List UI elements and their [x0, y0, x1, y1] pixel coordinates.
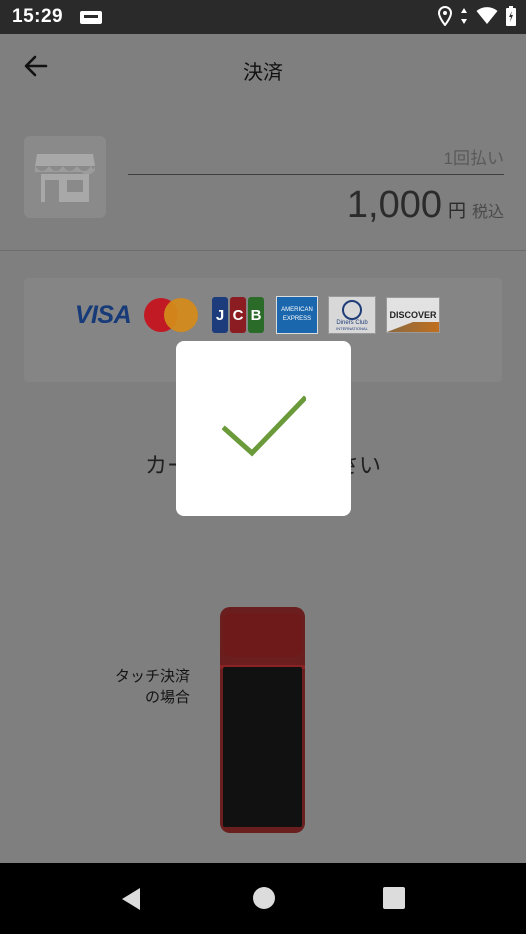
nav-back-icon[interactable] [120, 887, 142, 911]
system-nav-bar [0, 863, 526, 934]
nav-home-icon[interactable] [253, 887, 275, 909]
modal-overlay [0, 0, 526, 863]
success-dialog [176, 341, 351, 516]
checkmark-icon [222, 395, 306, 457]
nav-recent-icon[interactable] [383, 887, 405, 909]
